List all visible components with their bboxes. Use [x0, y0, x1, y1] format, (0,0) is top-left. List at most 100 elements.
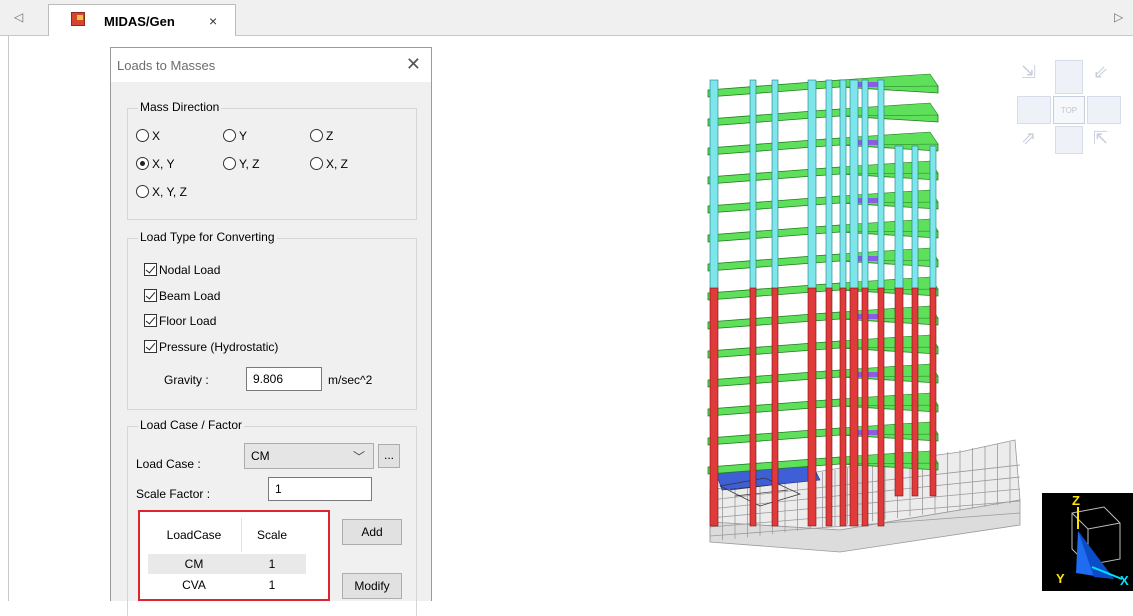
radio-xy[interactable]: X, Y: [136, 155, 174, 171]
gravity-unit: m/sec^2: [328, 373, 373, 387]
nav-arrow-ne-icon[interactable]: ⇙: [1093, 62, 1108, 83]
lower-column: [839, 287, 847, 527]
lower-column: [771, 287, 779, 527]
mass-direction-title: Mass Direction: [138, 100, 222, 114]
upper-column: [877, 79, 885, 293]
load-case-selected-value: CM: [251, 449, 270, 463]
tab-title: MIDAS/Gen: [104, 14, 175, 29]
lower-column: [877, 287, 885, 527]
building-model-view: [707, 73, 1021, 553]
dialog-titlebar[interactable]: Loads to Masses ✕: [111, 48, 431, 82]
radio-z-icon: [310, 129, 323, 143]
add-button[interactable]: Add: [342, 519, 402, 545]
upper-column: [771, 79, 779, 293]
dialog-title: Loads to Masses: [117, 58, 216, 73]
radio-yz[interactable]: Y, Z: [223, 155, 259, 171]
axis-triad: Z X Y: [1042, 493, 1133, 591]
checkbox-checked-icon: [144, 289, 157, 303]
tab-scroll-left-icon[interactable]: ◁: [14, 10, 23, 24]
lower-column: [894, 287, 904, 497]
checkbox-floor-load[interactable]: Floor Load: [144, 312, 216, 328]
column-header-scale[interactable]: Scale: [242, 528, 302, 542]
upper-column: [849, 79, 859, 293]
checkbox-nodal-load[interactable]: Nodal Load: [144, 261, 220, 277]
lower-column: [749, 287, 757, 527]
checkbox-checked-icon: [144, 263, 157, 277]
dialog-close-icon[interactable]: ✕: [406, 54, 421, 75]
upper-column: [807, 79, 817, 293]
nav-face-top[interactable]: [1055, 60, 1083, 94]
tab-scroll-right-icon[interactable]: ▷: [1114, 10, 1123, 24]
checkbox-pressure-hydrostatic[interactable]: Pressure (Hydrostatic): [144, 338, 278, 354]
upper-column: [709, 79, 719, 293]
checkbox-beam-load[interactable]: Beam Load: [144, 287, 220, 303]
lower-column: [849, 287, 859, 527]
load-case-title: Load Case / Factor: [138, 418, 245, 432]
radio-y-icon: [223, 129, 236, 143]
document-tab-bar: ◁ MIDAS/Gen × ▷: [0, 0, 1133, 37]
column-header-loadcase[interactable]: LoadCase: [148, 528, 240, 542]
nav-face-bottom[interactable]: [1055, 126, 1083, 154]
scale-factor-input[interactable]: 1: [268, 477, 372, 501]
lower-column: [861, 287, 869, 527]
floor-brace: [858, 430, 880, 435]
table-row[interactable]: CM 1: [148, 554, 306, 574]
row-loadcase: CM: [184, 557, 204, 571]
radio-xy-selected-icon: [136, 157, 149, 171]
floor-brace: [858, 198, 880, 203]
lower-column: [911, 287, 919, 497]
view-navigation-cube[interactable]: TOP ⇲ ⇙ ⇗ ⇱: [1015, 58, 1125, 154]
load-case-browse-button[interactable]: ...: [378, 444, 400, 468]
lower-column: [929, 287, 937, 497]
lower-column: [825, 287, 833, 527]
load-case-table-highlight: LoadCase Scale CM 1 CVA 1: [138, 510, 330, 601]
upper-column: [749, 79, 757, 293]
row-loadcase: CVA: [182, 578, 206, 592]
nav-arrow-nw-icon[interactable]: ⇲: [1021, 62, 1036, 83]
radio-yz-icon: [223, 157, 236, 171]
radio-xz-icon: [310, 157, 323, 171]
axis-y-label: Y: [1056, 571, 1065, 586]
upper-column: [911, 145, 919, 293]
lower-column: [709, 287, 719, 527]
radio-x-icon: [136, 129, 149, 143]
radio-xz[interactable]: X, Z: [310, 155, 348, 171]
row-scale: 1: [268, 578, 276, 592]
radio-y[interactable]: Y: [223, 127, 247, 143]
upper-column: [825, 79, 833, 293]
axis-z-label: Z: [1072, 493, 1080, 508]
radio-xyz-icon: [136, 185, 149, 199]
modify-button[interactable]: Modify: [342, 573, 402, 599]
axis-x-label: X: [1120, 573, 1129, 588]
nav-face-left[interactable]: [1017, 96, 1051, 124]
upper-column: [839, 79, 847, 293]
midas-app-icon: [71, 12, 85, 26]
floor-brace: [858, 372, 880, 377]
load-case-select[interactable]: CM ﹀: [244, 443, 374, 469]
upper-column: [861, 79, 869, 293]
gravity-input[interactable]: 9.806: [246, 367, 322, 391]
nav-top-face[interactable]: TOP: [1053, 96, 1085, 124]
floor-brace: [858, 314, 880, 319]
header-divider: [241, 518, 242, 552]
load-type-group: Load Type for Converting Nodal Load Beam…: [127, 230, 417, 410]
checkbox-checked-icon: [144, 340, 157, 354]
table-row[interactable]: CVA 1: [148, 575, 306, 595]
table-header: LoadCase Scale: [148, 518, 306, 552]
nav-arrow-sw-icon[interactable]: ⇗: [1021, 128, 1036, 149]
radio-z[interactable]: Z: [310, 127, 333, 143]
tab-midas-gen[interactable]: MIDAS/Gen ×: [48, 4, 236, 37]
row-scale: 1: [268, 557, 276, 571]
radio-x[interactable]: X: [136, 127, 160, 143]
load-case-label: Load Case :: [136, 457, 201, 471]
scale-factor-label: Scale Factor :: [136, 487, 211, 501]
tab-close-icon[interactable]: ×: [209, 13, 217, 29]
nav-face-right[interactable]: [1087, 96, 1121, 124]
floor-brace: [858, 82, 880, 87]
floor-brace: [858, 256, 880, 261]
floor-brace: [858, 140, 880, 145]
load-type-title: Load Type for Converting: [138, 230, 277, 244]
radio-xyz[interactable]: X, Y, Z: [136, 183, 187, 199]
gravity-label: Gravity :: [164, 373, 209, 387]
nav-arrow-se-icon[interactable]: ⇱: [1093, 128, 1108, 149]
